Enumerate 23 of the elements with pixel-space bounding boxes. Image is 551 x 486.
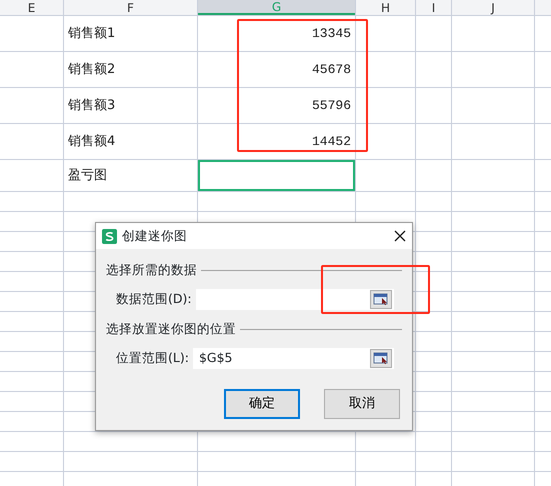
table-cell[interactable]: 45678 bbox=[198, 52, 355, 87]
input-field[interactable] bbox=[196, 288, 394, 310]
range-picker-icon[interactable] bbox=[370, 348, 392, 368]
field-label: 位置范围(L): bbox=[116, 348, 189, 367]
dialog-title: 创建迷你图 bbox=[122, 226, 187, 245]
table-cell[interactable]: 55796 bbox=[198, 88, 355, 123]
close-button[interactable] bbox=[394, 230, 406, 242]
table-cell[interactable]: 13345 bbox=[198, 16, 355, 51]
table-cell-text: 销售额3 bbox=[67, 96, 116, 115]
cancel-button[interactable]: 取消 bbox=[324, 388, 400, 418]
table-cell-text: 销售额1 bbox=[67, 24, 116, 43]
selected-cell[interactable] bbox=[198, 160, 355, 191]
ok-button[interactable]: 确定 bbox=[224, 388, 300, 418]
section-heading: 选择所需的数据 bbox=[106, 261, 197, 279]
table-cell-text: 盈亏图 bbox=[67, 166, 108, 185]
range-picker-icon[interactable] bbox=[370, 290, 392, 309]
app-logo-icon bbox=[102, 228, 117, 244]
table-cell[interactable]: 14452 bbox=[198, 124, 355, 159]
section-heading: 选择放置迷你图的位置 bbox=[106, 320, 236, 338]
table-cell-text: 销售额2 bbox=[67, 60, 116, 79]
table-cell-text: 销售额4 bbox=[67, 132, 116, 151]
field-label: 数据范围(D): bbox=[116, 290, 192, 308]
input-field[interactable]: $G$5 bbox=[192, 348, 394, 368]
